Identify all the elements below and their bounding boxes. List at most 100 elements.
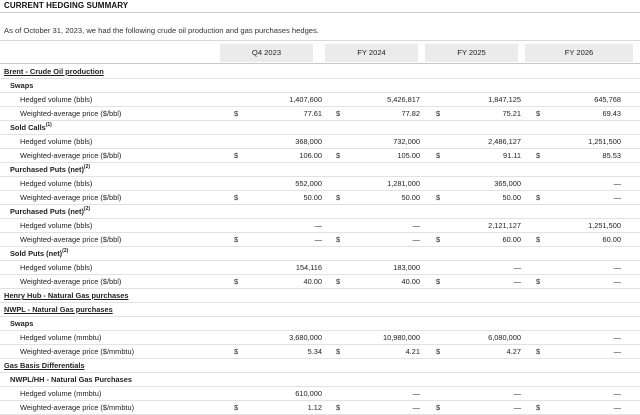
footnote-marker: (2) (83, 163, 91, 170)
subsection-heading-row: NWPL/HH - Natural Gas Purchases (0, 373, 640, 387)
currency-symbol: $ (436, 277, 441, 286)
subsection-heading-row: Purchased Puts (net)(2) (0, 205, 640, 219)
value-cell: 610,000 (295, 389, 322, 398)
row-label-text: NWPL/HH - Natural Gas Purchases (10, 375, 132, 384)
row-label-text: Weighted-average price ($/bbl) (20, 151, 122, 160)
value-cell: 85.53 (602, 151, 622, 160)
row-label: Sold Puts (net)(2) (10, 247, 68, 260)
table-row: Weighted-average price ($/bbl) $106.00 $10… (0, 149, 640, 163)
title-divider (0, 12, 640, 13)
currency-symbol: $ (536, 151, 541, 160)
value-cell: 60.00 (502, 235, 522, 244)
row-label-text: Weighted-average price ($/bbl) (20, 235, 122, 244)
row-label-text: Hedged volume (mmbtu) (20, 389, 102, 398)
currency-symbol: $ (336, 109, 341, 118)
row-label: Purchased Puts (net)(2) (10, 163, 90, 176)
table-row: Weighted-average price ($/bbl) $77.61 $77.… (0, 107, 640, 121)
row-label: Hedged volume (bbls) (20, 261, 92, 274)
value-cell: 77.61 (303, 109, 323, 118)
subsection-heading-row: Swaps (0, 317, 640, 331)
column-header-q4-2023: Q4 2023 (220, 44, 313, 62)
row-label: Brent - Crude Oil production (4, 65, 104, 78)
table-row: Hedged volume (mmbtu) 610,000 — — — (0, 387, 640, 401)
currency-symbol: $ (536, 277, 541, 286)
row-label-text: Swaps (10, 81, 34, 90)
currency-symbol: $ (436, 193, 441, 202)
column-header-fy-2024: FY 2024 (325, 44, 418, 62)
value-cell: 60.00 (602, 235, 622, 244)
subsection-heading-row: Sold Puts (net)(2) (0, 247, 640, 261)
value-cell: 1,847,125 (488, 95, 521, 104)
footnote-marker: (1) (45, 121, 52, 128)
row-label-text: Weighted-average price ($/bbl) (20, 193, 122, 202)
value-cell: 183,000 (393, 263, 420, 272)
value-cell: — (314, 221, 322, 230)
row-label: Hedged volume (bbls) (20, 93, 92, 106)
value-cell: — (314, 235, 322, 244)
currency-symbol: $ (436, 235, 441, 244)
value-cell: 50.00 (502, 193, 522, 202)
value-cell: 50.00 (303, 193, 323, 202)
table-row: Hedged volume (bbls) 1,407,600 5,426,817 1,… (0, 93, 640, 107)
value-cell: 1,251,500 (588, 137, 621, 146)
value-cell: 645,768 (594, 95, 621, 104)
table-row: Hedged volume (bbls) 154,116 183,000 — — (0, 261, 640, 275)
currency-symbol: $ (436, 151, 441, 160)
currency-symbol: $ (336, 151, 341, 160)
value-cell: 1,251,500 (588, 221, 621, 230)
value-cell: 40.00 (401, 277, 421, 286)
value-cell: 2,486,127 (488, 137, 521, 146)
row-label-text: Sold Puts (net) (10, 249, 63, 258)
value-cell: 732,000 (393, 137, 420, 146)
row-label: Swaps (10, 317, 33, 330)
value-cell: 368,000 (295, 137, 322, 146)
section-heading-row: NWPL - Natural Gas purchases (0, 303, 640, 317)
table-row: Weighted-average price ($/bbl) $ — $ — $60.00… (0, 233, 640, 247)
table-row: Weighted-average price ($/mmbtu) $5.34 $4.… (0, 345, 640, 359)
value-cell: 106.00 (299, 151, 322, 160)
row-label-text: Weighted-average price ($/mmbtu) (20, 347, 135, 356)
currency-symbol: $ (536, 109, 541, 118)
row-label-text: Hedged volume (mmbtu) (20, 333, 102, 342)
column-header-fy-2026: FY 2026 (525, 44, 633, 62)
section-heading-row: Brent - Crude Oil production (0, 65, 640, 79)
value-cell: 2,121,127 (488, 221, 521, 230)
currency-symbol: $ (336, 193, 341, 202)
value-cell: 77.82 (401, 109, 421, 118)
value-cell: 6,080,000 (488, 333, 521, 342)
row-label-text: Weighted-average price ($/mmbtu) (20, 403, 135, 412)
value-cell: — (412, 389, 420, 398)
value-cell: 154,116 (295, 263, 322, 272)
footnote-marker: (2) (83, 205, 91, 212)
section-heading-row: Gas Basis Differentials (0, 359, 640, 373)
table-row: Weighted-average price ($/bbl) $40.00 $40.… (0, 275, 640, 289)
intro-text: As of October 31, 2023, we had the follo… (4, 26, 319, 35)
currency-symbol: $ (234, 109, 239, 118)
value-cell: 69.43 (602, 109, 622, 118)
value-cell: 105.00 (397, 151, 420, 160)
section-heading-row: Henry Hub - Natural Gas purchases (0, 289, 640, 303)
value-cell: — (613, 179, 621, 188)
row-label-text: NWPL - Natural Gas purchases (4, 305, 113, 314)
currency-symbol: $ (536, 193, 541, 202)
value-cell: — (613, 347, 621, 356)
subsection-heading-row: Purchased Puts (net)(2) (0, 163, 640, 177)
value-cell: 5.34 (307, 347, 322, 356)
value-cell: 91.11 (503, 151, 521, 160)
hedging-summary: CURRENT HEDGING SUMMARY As of October 31… (0, 0, 640, 415)
page-title: CURRENT HEDGING SUMMARY (4, 1, 129, 10)
currency-symbol: $ (234, 151, 239, 160)
row-label-text: Purchased Puts (net) (10, 165, 84, 174)
row-label-text: Weighted-average price ($/bbl) (20, 109, 122, 118)
table-row: Hedged volume (mmbtu) 3,680,000 10,980,000… (0, 331, 640, 345)
currency-symbol: $ (336, 277, 341, 286)
currency-symbol: $ (336, 235, 341, 244)
hedging-table: Brent - Crude Oil production Swaps Hedged … (0, 65, 640, 415)
value-cell: 4.21 (405, 347, 420, 356)
value-cell: — (513, 263, 521, 272)
value-cell: — (613, 277, 621, 286)
currency-symbol: $ (536, 235, 541, 244)
row-label: Hedged volume (mmbtu) (20, 387, 101, 400)
row-label-text: Brent - Crude Oil production (4, 67, 104, 76)
row-label: Sold Calls(1) (10, 121, 52, 134)
